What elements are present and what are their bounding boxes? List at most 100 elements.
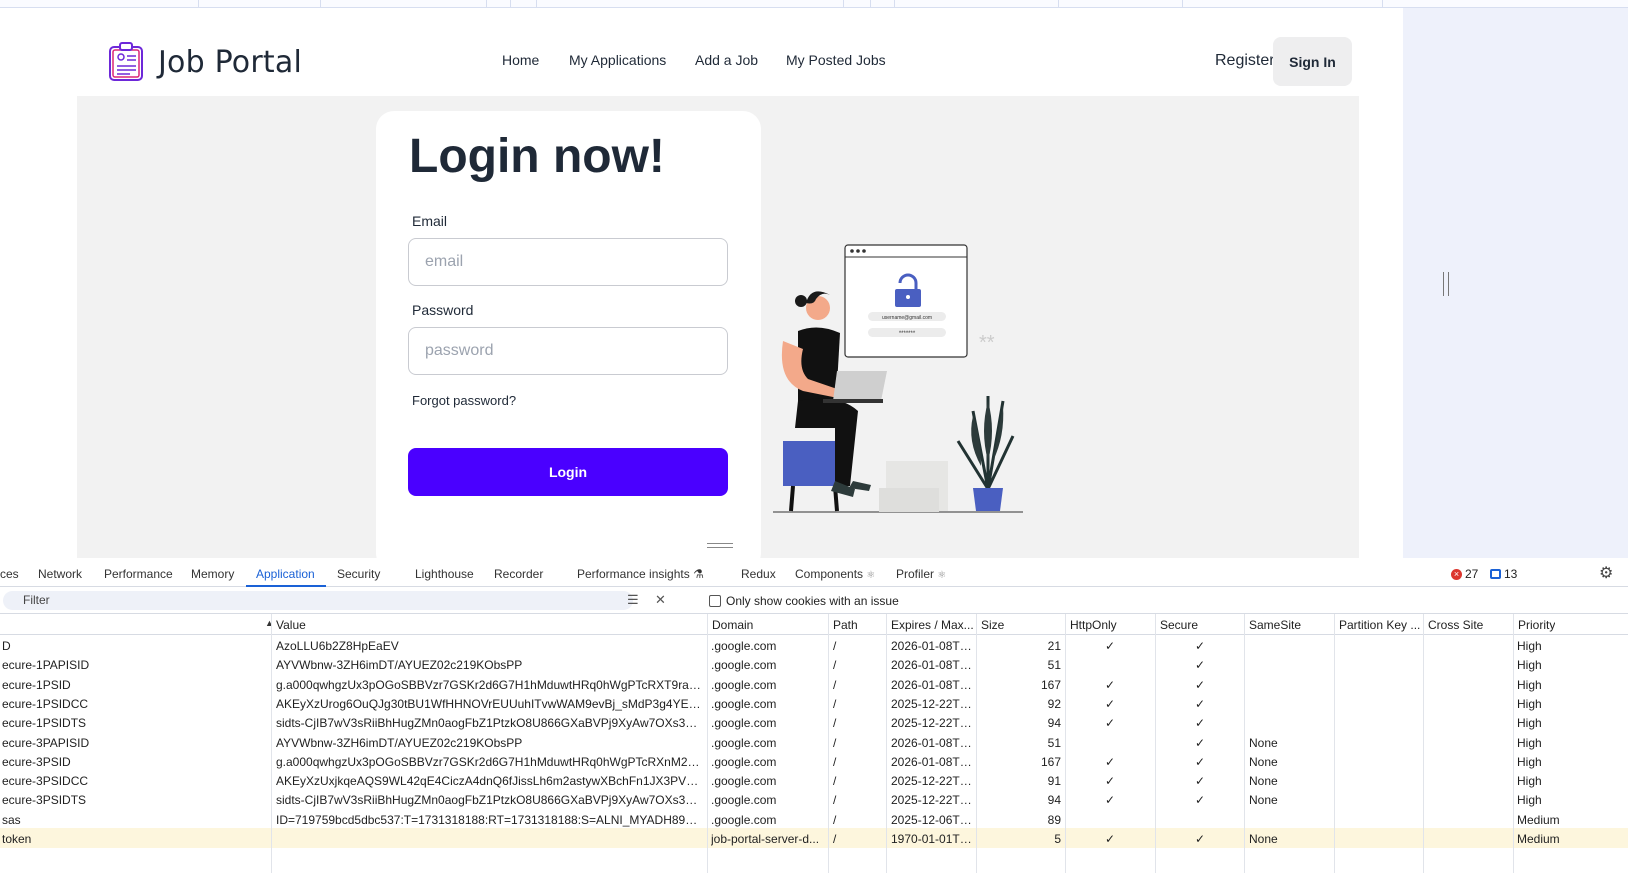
cell-samesite: None bbox=[1249, 735, 1278, 750]
cell-domain: .google.com bbox=[711, 812, 777, 827]
viewport-resize-handle[interactable] bbox=[1443, 272, 1449, 296]
tab-performance-insights[interactable]: Performance insights ⚗ bbox=[577, 567, 704, 581]
cell-expires: 2026-01-08T1... bbox=[891, 658, 973, 673]
col-separator bbox=[828, 614, 829, 873]
cell-httponly: ✓ bbox=[1104, 677, 1116, 692]
table-row[interactable]: ecure-1PSIDCC AKEyXzUrog6OuQJg30tBU1WfHHN… bbox=[0, 693, 1628, 713]
cell-priority: High bbox=[1517, 754, 1542, 769]
col-separator bbox=[707, 614, 708, 873]
col-priority[interactable]: Priority bbox=[1518, 618, 1555, 632]
tab-recorder[interactable]: Recorder bbox=[494, 567, 543, 581]
col-separator bbox=[1065, 614, 1066, 873]
cell-priority: High bbox=[1517, 793, 1542, 808]
tab-performance-insights-label: Performance insights bbox=[577, 567, 690, 581]
cell-size: 89 bbox=[1047, 812, 1061, 827]
cell-secure: ✓ bbox=[1194, 793, 1206, 808]
col-secure[interactable]: Secure bbox=[1160, 618, 1198, 632]
sign-in-button[interactable]: Sign In bbox=[1273, 37, 1352, 86]
table-row[interactable]: sas ID=719759bcd5dbc537:T=1731318188:RT=1… bbox=[0, 809, 1628, 829]
cell-size: 94 bbox=[1047, 716, 1061, 731]
errors-counter[interactable]: × 27 bbox=[1451, 567, 1478, 581]
settings-gear-icon[interactable]: ⚙ bbox=[1599, 563, 1613, 583]
nav-my-applications[interactable]: My Applications bbox=[569, 52, 666, 68]
email-input[interactable] bbox=[408, 238, 728, 286]
col-cross-site[interactable]: Cross Site bbox=[1428, 618, 1483, 632]
tab-memory[interactable]: Memory bbox=[191, 567, 234, 581]
table-row[interactable]: ecure-1PAPISID AYVWbnw-3ZH6imDT/AYUEZ02c2… bbox=[0, 654, 1628, 674]
devtools-tab-bar: ces Network Performance Memory Applicati… bbox=[0, 560, 1628, 587]
cell-httponly: ✓ bbox=[1104, 639, 1116, 653]
cell-value: AKEyXzUrog6OuQJg30tBU1WfHHNOVrEUUuhITvwW… bbox=[276, 696, 704, 711]
messages-counter[interactable]: 13 bbox=[1490, 567, 1517, 581]
col-size[interactable]: Size bbox=[981, 618, 1004, 632]
col-httponly[interactable]: HttpOnly bbox=[1070, 618, 1117, 632]
table-row[interactable]: ecure-1PSID g.a000qwhgzUx3pOGoSBBVzr7GSKr… bbox=[0, 674, 1628, 694]
login-hero: Login now! Email Password Forgot passwor… bbox=[77, 96, 1359, 558]
cell-value: AzoLLU6b2Z8HpEaEV bbox=[276, 639, 399, 653]
col-expires[interactable]: Expires / Max... bbox=[891, 618, 974, 632]
tab-performance[interactable]: Performance bbox=[104, 567, 173, 581]
delete-selected-icon[interactable]: ✕ bbox=[655, 592, 666, 608]
table-row[interactable]: ecure-3PSID g.a000qwhgzUx3pOGoSBBVzr7GSKr… bbox=[0, 751, 1628, 771]
cell-value: g.a000qwhgzUx3pOGoSBBVzr7GSKr2d6G7H1hMdu… bbox=[276, 754, 704, 769]
login-button[interactable]: Login bbox=[408, 448, 728, 496]
cell-priority: Medium bbox=[1517, 832, 1560, 846]
col-partition-key[interactable]: Partition Key ... bbox=[1339, 618, 1420, 632]
table-row[interactable]: ecure-3PAPISID AYVWbnw-3ZH6imDT/AYUEZ02c2… bbox=[0, 732, 1628, 752]
tab-network[interactable]: Network bbox=[38, 567, 82, 581]
col-separator bbox=[271, 614, 272, 873]
brand-name[interactable]: Job Portal bbox=[158, 45, 302, 80]
clear-filtered-cookies-icon[interactable]: ☰ bbox=[627, 592, 639, 608]
cell-domain: .google.com bbox=[711, 754, 777, 769]
table-row[interactable]: token job-portal-server-d... / 1970-01-01T0… bbox=[0, 828, 1628, 848]
cell-path: / bbox=[833, 735, 837, 750]
tab-security[interactable]: Security bbox=[337, 567, 380, 581]
table-row[interactable]: ecure-3PSIDTS sidts-CjIB7wV3sRiiBhHugZMn0… bbox=[0, 789, 1628, 809]
cell-samesite: None bbox=[1249, 793, 1278, 808]
register-link[interactable]: Register bbox=[1215, 52, 1275, 70]
col-domain[interactable]: Domain bbox=[712, 618, 753, 632]
cell-domain: .google.com bbox=[711, 716, 777, 731]
cell-priority: Medium bbox=[1517, 812, 1560, 827]
tab-sources[interactable]: ces bbox=[0, 567, 19, 581]
tab-lighthouse[interactable]: Lighthouse bbox=[415, 567, 474, 581]
col-path[interactable]: Path bbox=[833, 618, 858, 632]
only-issue-checkbox[interactable] bbox=[709, 595, 721, 607]
nav-add-job[interactable]: Add a Job bbox=[695, 52, 758, 68]
table-row[interactable]: ecure-3PSIDCC AKEyXzUxjkqeAQS9WL42qE4Cicz… bbox=[0, 770, 1628, 790]
devtools-panel: ces Network Performance Memory Applicati… bbox=[0, 560, 1628, 873]
forgot-password-link[interactable]: Forgot password? bbox=[412, 393, 516, 408]
cell-expires: 2025-12-22T0... bbox=[891, 774, 973, 789]
tab-application[interactable]: Application bbox=[256, 567, 315, 581]
table-header: ▲ Value Domain Path Expires / Max... Siz… bbox=[0, 614, 1628, 635]
col-value[interactable]: Value bbox=[276, 618, 306, 632]
cell-expires: 2025-12-06T0... bbox=[891, 812, 973, 827]
tab-components[interactable]: Components ⚛ bbox=[795, 567, 875, 581]
cell-domain: .google.com bbox=[711, 639, 777, 653]
devtools-splitter-grip[interactable] bbox=[707, 543, 733, 548]
cell-httponly: ✓ bbox=[1104, 832, 1116, 846]
illus-stars: ** bbox=[979, 332, 995, 354]
cell-samesite: None bbox=[1249, 774, 1278, 789]
nav-home[interactable]: Home bbox=[502, 52, 539, 68]
cell-name: ecure-1PSID bbox=[2, 677, 71, 692]
cell-size: 5 bbox=[1054, 832, 1061, 846]
col-separator bbox=[886, 614, 887, 873]
cell-path: / bbox=[833, 812, 837, 827]
cell-value: AYVWbnw-3ZH6imDT/AYUEZ02c219KObsPP bbox=[276, 658, 523, 673]
table-row[interactable]: D AzoLLU6b2Z8HpEaEV .google.com / 2026-01-08… bbox=[0, 635, 1628, 655]
cell-secure: ✓ bbox=[1194, 735, 1206, 750]
cell-secure: ✓ bbox=[1194, 658, 1206, 673]
clipboard-logo-icon bbox=[109, 42, 143, 81]
nav-my-posted-jobs[interactable]: My Posted Jobs bbox=[786, 52, 886, 68]
cell-domain: .google.com bbox=[711, 696, 777, 711]
filter-input[interactable]: Filter bbox=[3, 591, 633, 610]
col-samesite[interactable]: SameSite bbox=[1249, 618, 1301, 632]
table-row[interactable]: ecure-1PSIDTS sidts-CjIB7wV3sRiiBhHugZMn0… bbox=[0, 712, 1628, 732]
cell-priority: High bbox=[1517, 639, 1542, 653]
tab-redux[interactable]: Redux bbox=[741, 567, 776, 581]
sort-ascending-icon[interactable]: ▲ bbox=[265, 618, 274, 628]
password-input[interactable] bbox=[408, 327, 728, 375]
tab-profiler[interactable]: Profiler ⚛ bbox=[896, 567, 946, 581]
navbar: Job Portal Home My Applications Add a Jo… bbox=[0, 27, 1403, 96]
